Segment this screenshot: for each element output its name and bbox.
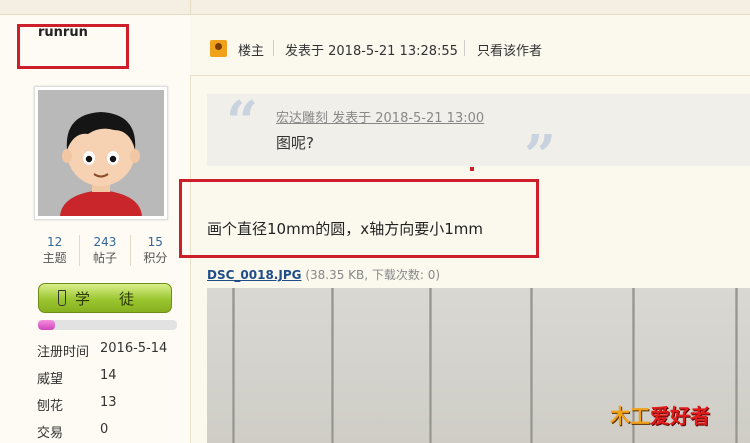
rank-label-second: 徒	[119, 289, 136, 308]
red-marker	[470, 167, 474, 171]
attachment-info: (38.35 KB, 下载次数: 0)	[305, 268, 441, 282]
field-value: 13	[100, 395, 117, 410]
stat-label: 积分	[143, 251, 168, 265]
photo-line	[232, 288, 235, 443]
username-highlight-box	[17, 24, 129, 69]
stat-value: 243	[93, 235, 117, 249]
photo-line	[331, 288, 334, 443]
post-timestamp: 发表于 2018-5-21 13:28:55	[285, 44, 458, 59]
user-stats: 12 主题 243 帖子 15 积分	[30, 235, 180, 266]
quote-author-link[interactable]: 宏达雕刻 发表于 2018-5-21 13:00	[276, 107, 484, 126]
quote-block	[207, 94, 750, 166]
rank-label-first: 学	[74, 289, 91, 308]
post-message: 画个直径10mm的圆，x轴方向要小1mm	[207, 220, 483, 238]
register-label: 注册时间	[37, 345, 90, 360]
top-bar	[0, 0, 750, 15]
stat-value: 15	[147, 235, 163, 249]
field-label: 交易	[37, 426, 64, 441]
photo-line	[429, 288, 432, 443]
field-row-shavings: 刨花 13	[37, 395, 117, 414]
stat-label: 主题	[42, 251, 67, 265]
avatar[interactable]	[34, 86, 168, 220]
field-row-trade: 交易 0	[37, 422, 108, 441]
attachment-line: DSC_0018.JPG (38.35 KB, 下载次数: 0)	[207, 266, 440, 283]
only-author-link[interactable]: 只看该作者	[477, 40, 542, 59]
field-label: 刨花	[37, 399, 64, 414]
quote-text: 图呢?	[276, 134, 314, 152]
top-bar-divider	[190, 0, 191, 14]
field-row-prestige: 威望 14	[37, 368, 117, 387]
post-header	[190, 15, 750, 76]
rank-badge[interactable]: 学 徒	[38, 283, 172, 313]
header-separator	[273, 40, 274, 56]
close-quote-icon: ”	[524, 123, 557, 189]
owner-label: 楼主	[238, 44, 265, 59]
register-date: 2016-5-14	[100, 341, 168, 356]
pen-icon	[58, 290, 66, 306]
user-sidebar	[0, 15, 191, 443]
attachment-filename[interactable]: DSC_0018.JPG	[207, 268, 301, 282]
stat-value: 12	[47, 235, 63, 249]
watermark-part1: 木工	[610, 404, 650, 428]
field-value: 14	[100, 368, 117, 383]
rank-progress-fill	[38, 320, 55, 330]
field-label: 威望	[37, 372, 64, 387]
owner-icon	[210, 40, 227, 57]
stat-points[interactable]: 15 积分	[131, 235, 180, 266]
header-separator	[464, 40, 465, 56]
register-date-row: 注册时间 2016-5-14	[37, 341, 167, 360]
stat-label: 帖子	[92, 251, 117, 265]
watermark-part2: 爱好者	[650, 404, 710, 428]
avatar-image	[38, 90, 164, 216]
stat-topics[interactable]: 12 主题	[30, 235, 81, 266]
photo-line	[530, 288, 533, 443]
field-value: 0	[100, 422, 109, 437]
photo-line	[735, 288, 738, 443]
rank-progress-bar	[38, 320, 177, 330]
stat-posts[interactable]: 243 帖子	[80, 235, 131, 266]
site-watermark-logo: 木工爱好者	[610, 400, 710, 429]
open-quote-icon: “	[226, 89, 259, 155]
